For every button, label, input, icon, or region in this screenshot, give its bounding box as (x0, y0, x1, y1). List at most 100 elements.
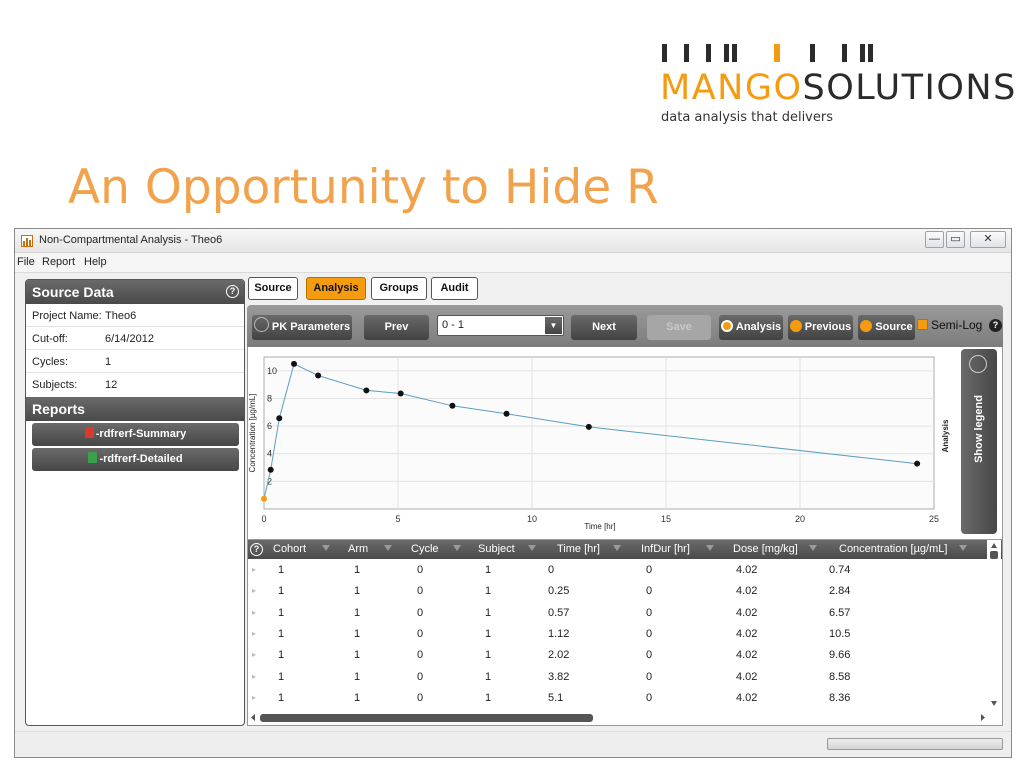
scroll-up-icon[interactable] (991, 543, 997, 548)
table-row[interactable]: ▸11010.5704.026.57U (248, 603, 1000, 624)
col-concentration[interactable]: Concentration [µg/mL] (839, 543, 947, 555)
table-row[interactable]: ▸11011.1204.0210.5T (248, 624, 999, 645)
save-button[interactable]: Save (647, 315, 711, 340)
scroll-thumb[interactable] (990, 551, 998, 559)
left-panel: Source Data ? Project Name: Theo6 Cut-of… (25, 279, 245, 726)
filter-icon[interactable] (959, 545, 967, 551)
data-point (397, 390, 404, 397)
tab-analysis[interactable]: Analysis (306, 277, 366, 300)
row-expand-icon[interactable]: ▸ (252, 693, 256, 702)
table-cell: 1 (278, 564, 285, 576)
table-cell: 10.5 (829, 627, 851, 640)
filter-icon[interactable] (706, 545, 714, 551)
vertical-scrollbar[interactable] (987, 540, 1001, 710)
filter-icon[interactable] (528, 545, 536, 551)
reports-header: Reports (26, 397, 244, 421)
project-name-label: Project Name: (32, 310, 102, 322)
filter-icon[interactable] (613, 545, 621, 551)
table-cell: 8.36 (829, 691, 851, 704)
col-arm[interactable]: Arm (348, 543, 368, 555)
table-cell: 4.02 (736, 585, 758, 598)
previous-dot-icon (789, 320, 802, 332)
maximize-button[interactable]: ▭ (946, 231, 965, 248)
report-detailed-button[interactable]: -rdfrerf-Detailed (32, 448, 239, 471)
table-cell: 0 (646, 627, 653, 640)
window-title: Non-Compartmental Analysis - Theo6 (39, 234, 223, 246)
close-button[interactable]: ✕ (970, 231, 1006, 248)
table-cell: 1 (278, 606, 285, 619)
table-cell: 1 (485, 649, 492, 662)
prev-button[interactable]: Prev (364, 315, 429, 340)
report-detailed-label: -rdfrerf-Detailed (99, 453, 183, 465)
cutoff-label: Cut-off: (32, 333, 68, 345)
y-axis-label: Concentration [µg/mL] (248, 394, 257, 473)
source-data-help-icon[interactable]: ? (226, 285, 239, 298)
spreadsheet-icon (88, 452, 98, 463)
table-row[interactable]: ▸11012.0204.029.66U (248, 645, 1000, 666)
filter-icon[interactable] (453, 545, 461, 551)
filter-icon[interactable] (809, 545, 817, 551)
row-expand-icon[interactable]: ▸ (252, 650, 256, 659)
row-expand-icon[interactable]: ▸ (252, 608, 256, 617)
scroll-down-icon[interactable] (991, 701, 997, 706)
show-legend-button[interactable]: Show legend (961, 349, 997, 534)
scroll-right-icon[interactable] (981, 714, 985, 721)
hscroll-thumb[interactable] (260, 714, 593, 722)
source-series-toggle[interactable]: Source (858, 315, 915, 340)
table-row[interactable]: ▸1101004.020.74P (248, 560, 999, 581)
scroll-left-icon[interactable] (251, 714, 255, 721)
table-cell: 1 (485, 627, 492, 640)
slide: MANGOSOLUTIONS data analysis that delive… (0, 0, 1024, 768)
show-legend-label: Show legend (973, 395, 985, 463)
menu-help[interactable]: Help (84, 256, 107, 268)
table-cell: 1 (278, 585, 285, 598)
toolbar-help-icon[interactable]: ? (989, 319, 1002, 332)
table-cell: 1 (485, 670, 492, 683)
row-expand-icon[interactable]: ▸ (252, 672, 256, 681)
table-cell: 4.02 (736, 691, 758, 704)
col-cycle[interactable]: Cycle (411, 543, 439, 555)
col-subject[interactable]: Subject (478, 543, 515, 555)
report-summary-button[interactable]: -rdfrerf-Summary (32, 423, 239, 446)
table-row[interactable]: ▸11010.2504.022.84U (248, 581, 1000, 602)
horizontal-scrollbar[interactable] (248, 710, 988, 725)
chevron-down-icon[interactable]: ▼ (545, 317, 562, 334)
table-help-icon[interactable]: ? (250, 543, 263, 556)
table-cell: 4.02 (736, 627, 758, 640)
filter-icon[interactable] (322, 545, 330, 551)
data-table: ? Cohort Arm Cycle Subject Time [hr] Inf… (247, 539, 1003, 726)
menu-report[interactable]: Report (42, 256, 75, 268)
table-row[interactable]: ▸11015.104.028.36U (248, 688, 1000, 709)
filter-icon[interactable] (384, 545, 392, 551)
row-expand-icon[interactable]: ▸ (252, 629, 256, 638)
col-dose[interactable]: Dose [mg/kg] (733, 543, 798, 555)
row-expand-icon[interactable]: ▸ (252, 565, 256, 574)
table-cell: 1 (354, 691, 361, 704)
col-time[interactable]: Time [hr] (557, 543, 600, 555)
previous-series-toggle[interactable]: Previous (788, 315, 853, 340)
tab-source[interactable]: Source (248, 277, 298, 300)
x-tick-label: 0 (261, 514, 266, 524)
pk-parameters-button[interactable]: PK Parameters (252, 315, 352, 340)
col-infdur[interactable]: InfDur [hr] (641, 543, 690, 555)
subjects-label: Subjects: (32, 379, 78, 391)
table-cell: 1 (278, 691, 285, 704)
analysis-series-toggle[interactable]: Analysis (719, 315, 783, 340)
tab-audit[interactable]: Audit (431, 277, 478, 300)
tab-groups[interactable]: Groups (371, 277, 427, 300)
col-cohort[interactable]: Cohort (273, 543, 306, 555)
data-point (267, 466, 274, 473)
table-cell: 0 (417, 585, 424, 598)
menu-file[interactable]: File (17, 256, 35, 268)
row-expand-icon[interactable]: ▸ (252, 586, 256, 595)
cutoff-value: 6/14/2012 (105, 333, 154, 345)
table-row[interactable]: ▸11013.8204.028.58U (248, 667, 1000, 688)
subject-cycle-value: 0 - 1 (442, 319, 465, 331)
cycles-label: Cycles: (32, 356, 69, 368)
x-tick-label: 15 (661, 514, 671, 524)
minimize-button[interactable]: — (925, 231, 944, 248)
subject-cycle-select[interactable]: 0 - 1 ▼ (437, 315, 564, 336)
table-cell: 0 (646, 670, 653, 683)
next-button[interactable]: Next (571, 315, 637, 340)
semilog-checkbox[interactable]: Semi-Log (917, 318, 982, 332)
